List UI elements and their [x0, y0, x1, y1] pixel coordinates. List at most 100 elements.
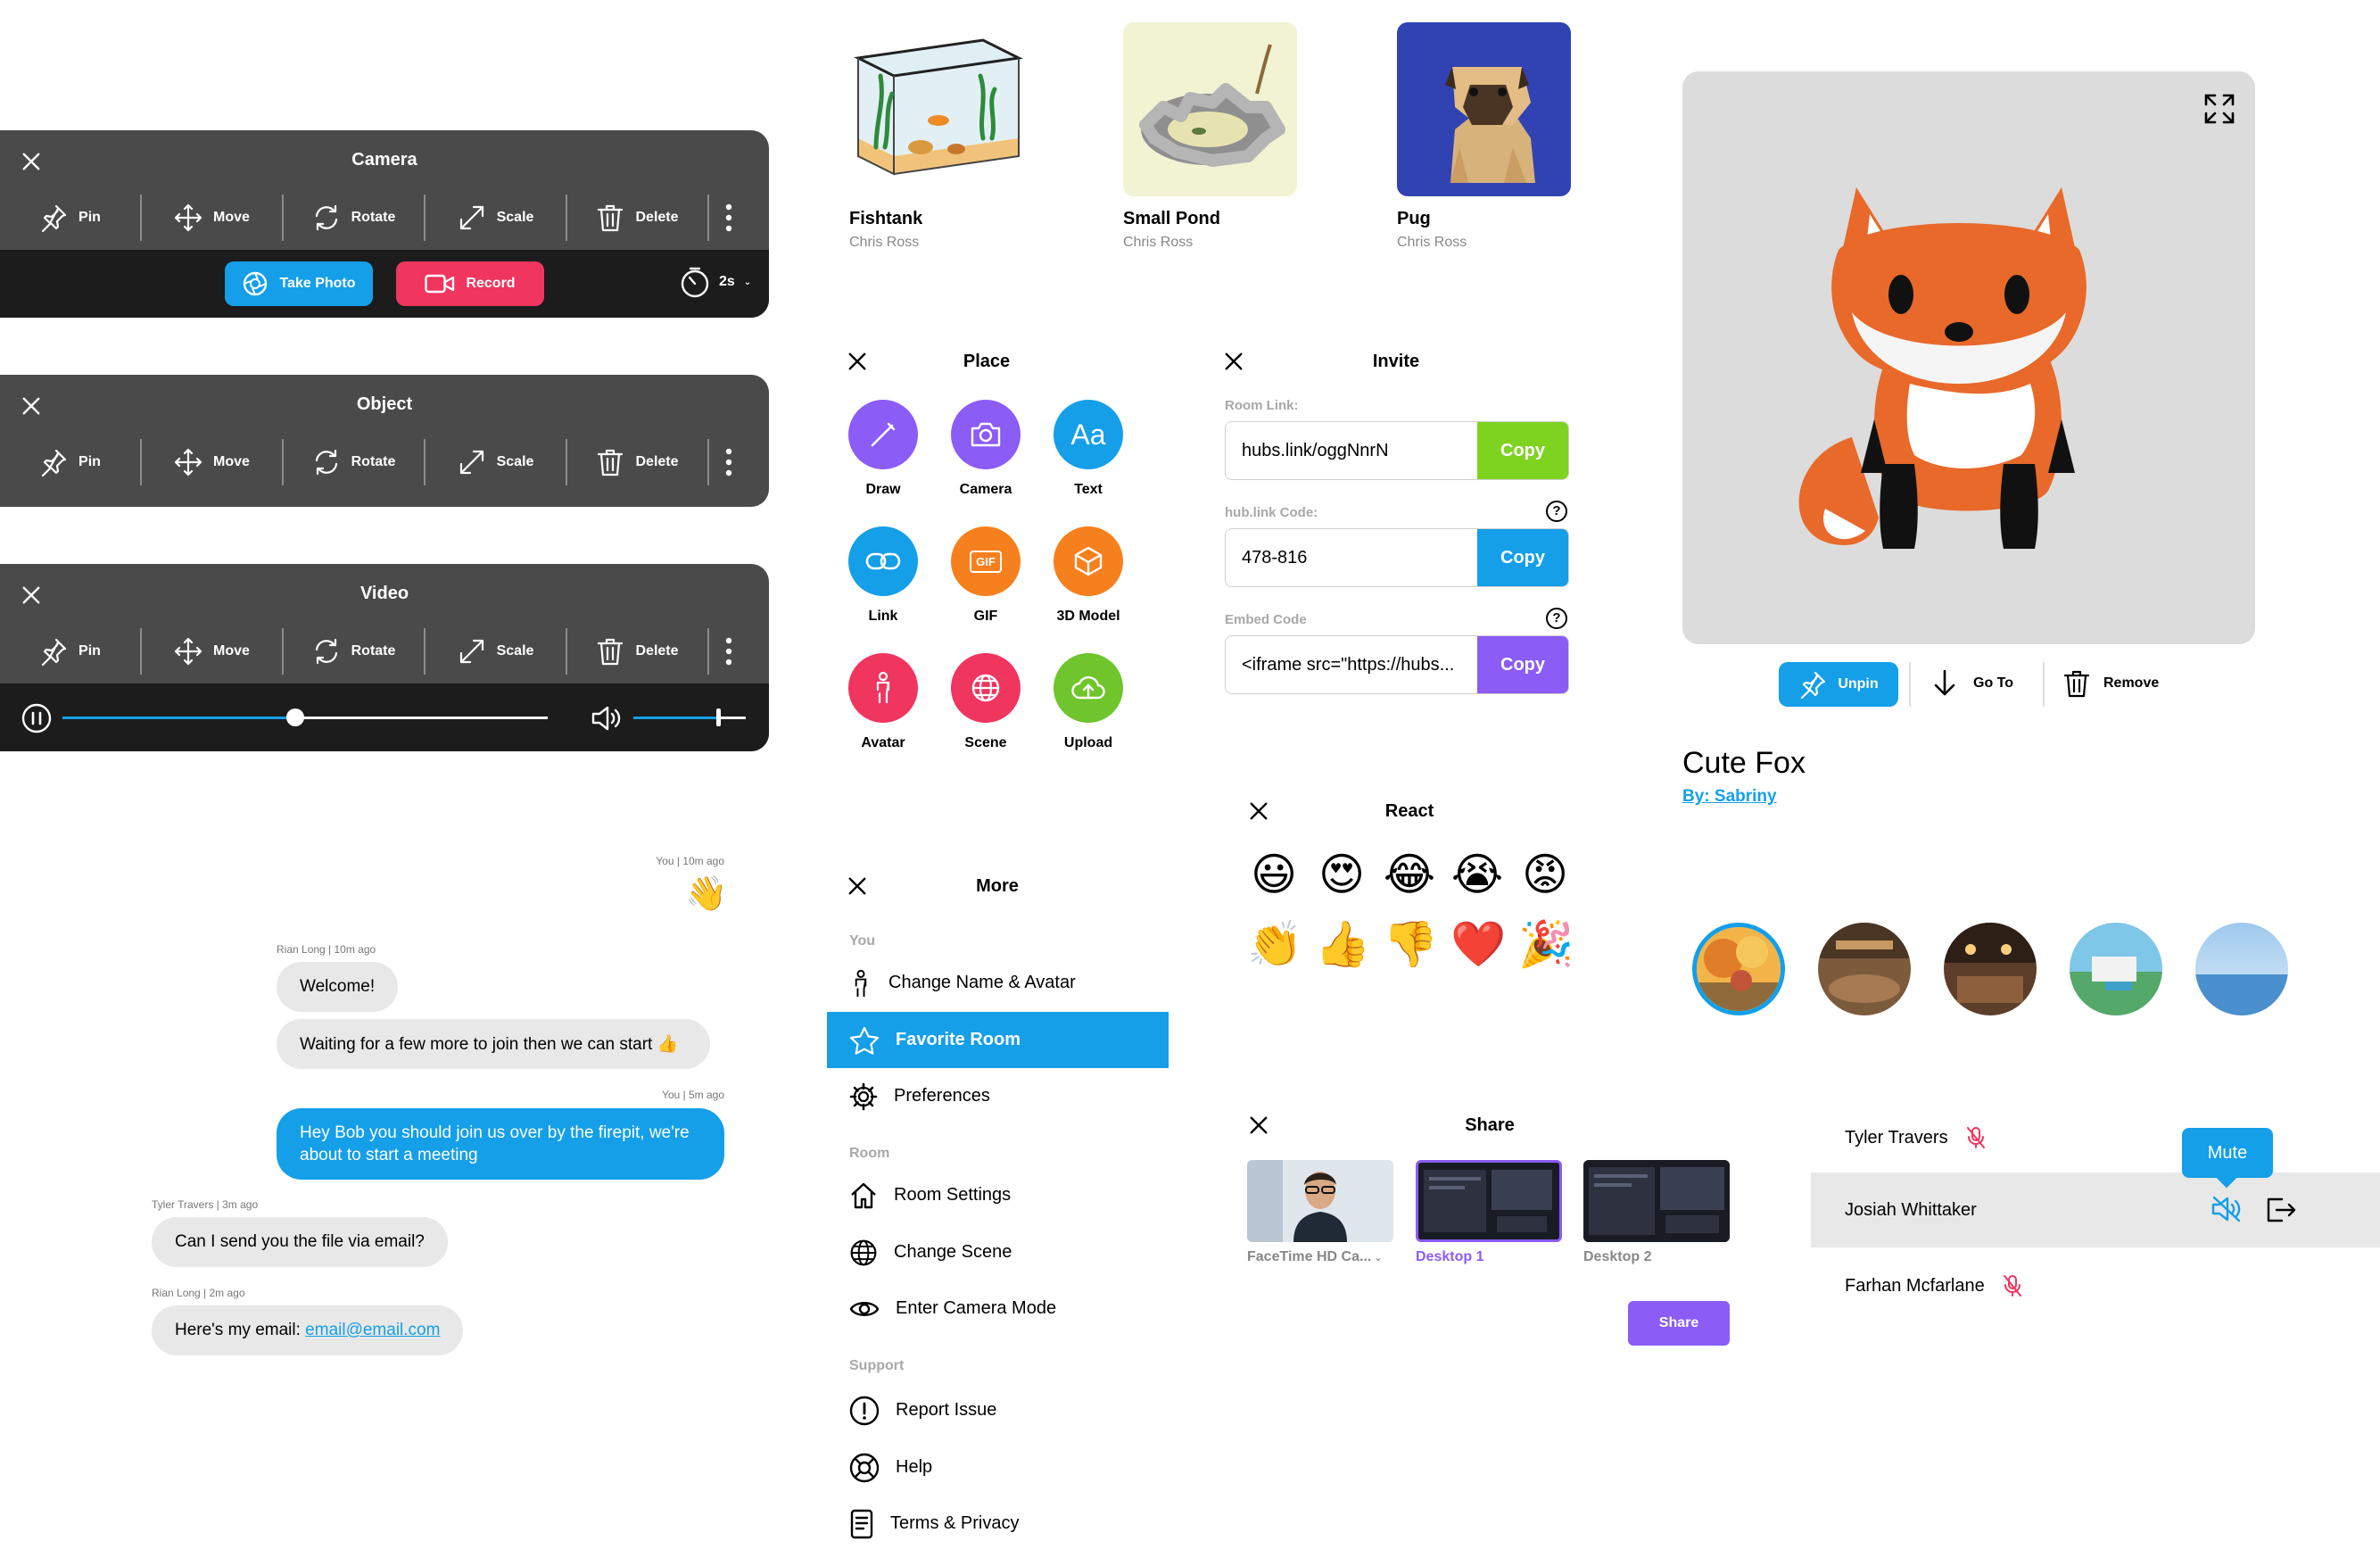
emoji-thumbs-down[interactable]: 👎	[1383, 917, 1438, 971]
emoji-heart-eyes[interactable]: 😍	[1315, 848, 1368, 901]
menu-help[interactable]: Help	[827, 1439, 1169, 1496]
place-icon-bg: GIF	[951, 526, 1021, 596]
room-link-field[interactable]: hubs.link/oggNnrN Copy	[1225, 421, 1569, 480]
asset-author: Chris Ross	[1397, 235, 1467, 250]
source-desktop-1[interactable]	[1416, 1160, 1562, 1242]
unpin-button[interactable]: Unpin	[1779, 662, 1898, 707]
rotate-button[interactable]: Rotate	[284, 448, 424, 476]
hub-code-field[interactable]: 478-816 Copy	[1225, 528, 1569, 587]
source-facetime[interactable]	[1247, 1160, 1393, 1242]
place-avatar[interactable]: Avatar	[831, 653, 935, 751]
pause-icon[interactable]	[21, 703, 52, 733]
room-thumbnail[interactable]	[1818, 923, 1911, 1015]
menu-enter-camera-mode[interactable]: Enter Camera Mode	[827, 1280, 1169, 1337]
place-3d-model[interactable]: 3D Model	[1037, 526, 1140, 625]
fullscreen-icon[interactable]	[2203, 93, 2235, 125]
room-link-value[interactable]: hubs.link/oggNnrN	[1226, 422, 1477, 479]
place-draw[interactable]: Draw	[831, 400, 935, 498]
pin-button[interactable]: Pin	[0, 203, 140, 232]
menu-room-settings[interactable]: Room Settings	[827, 1167, 1169, 1223]
timer-select[interactable]: 2s ⌄	[680, 266, 751, 298]
emoji-angry[interactable]: 😡	[1518, 848, 1572, 901]
copy-code-button[interactable]: Copy	[1477, 529, 1568, 586]
volume-mute-icon[interactable]	[2211, 1196, 2243, 1222]
emoji-cry[interactable]: 😭	[1450, 848, 1504, 901]
menu-terms-privacy[interactable]: Terms & Privacy	[827, 1496, 1169, 1552]
share-button[interactable]: Share	[1628, 1301, 1730, 1346]
asset-card-pug[interactable]: Pug Chris Ross	[1397, 22, 1571, 251]
place-link[interactable]: Link	[831, 526, 935, 625]
more-options-button[interactable]	[709, 203, 748, 232]
close-icon[interactable]	[1249, 801, 1269, 821]
copy-embed-button[interactable]: Copy	[1477, 636, 1568, 693]
emoji-laugh[interactable]: 😂	[1383, 848, 1436, 901]
menu-change-scene[interactable]: Change Scene	[827, 1224, 1169, 1280]
gif-icon: GIF	[970, 550, 1002, 573]
delete-button[interactable]: Delete	[567, 203, 707, 232]
rotate-button[interactable]: Rotate	[284, 203, 424, 232]
help-icon[interactable]: ?	[1546, 608, 1567, 629]
menu-change-name-avatar[interactable]: Change Name & Avatar	[827, 955, 1169, 1011]
person-row[interactable]: Tyler Travers	[1845, 1126, 1986, 1149]
place-upload[interactable]: Upload	[1037, 653, 1140, 751]
asset-card-small-pond[interactable]: Small Pond Chris Ross	[1123, 22, 1297, 251]
emoji-heart[interactable]: ❤️	[1450, 917, 1506, 971]
scale-button[interactable]: Scale	[426, 448, 566, 476]
emoji-smile[interactable]: 😃	[1247, 848, 1301, 901]
place-camera[interactable]: Camera	[934, 400, 1037, 498]
emoji-thumbs-up[interactable]: 👍	[1315, 917, 1370, 971]
person-row[interactable]: Farhan Mcfarlane	[1845, 1274, 2022, 1297]
place-text[interactable]: Aa Text	[1037, 400, 1140, 498]
emoji-party[interactable]: 🎉	[1518, 917, 1574, 971]
room-thumbnail[interactable]	[2070, 923, 2162, 1015]
move-button[interactable]: Move	[142, 448, 282, 476]
move-button[interactable]: Move	[142, 637, 282, 666]
volume-knob[interactable]	[715, 708, 721, 726]
object-author-link[interactable]: By: Sabriny	[1682, 787, 1777, 807]
room-thumbnail[interactable]	[1692, 923, 1785, 1015]
kick-icon[interactable]	[2264, 1196, 2296, 1224]
asset-card-fishtank[interactable]: Fishtank Chris Ross	[849, 22, 1023, 251]
place-gif[interactable]: GIF GIF	[934, 526, 1037, 625]
close-icon[interactable]	[1249, 1115, 1269, 1135]
document-icon	[850, 1509, 873, 1538]
pin-button[interactable]: Pin	[0, 637, 140, 666]
room-thumbnail[interactable]	[2195, 923, 2288, 1015]
place-scene[interactable]: Scene	[934, 653, 1037, 751]
scale-button[interactable]: Scale	[426, 637, 566, 666]
close-icon[interactable]	[847, 352, 867, 371]
video-scrubber[interactable]	[62, 708, 548, 726]
delete-button[interactable]: Delete	[567, 448, 707, 476]
source-desktop-2[interactable]	[1583, 1160, 1730, 1242]
volume-slider[interactable]	[633, 708, 746, 726]
embed-code-field[interactable]: <iframe src="https://hubs... Copy	[1225, 635, 1569, 694]
room-thumbnail[interactable]	[1944, 923, 2037, 1015]
pin-button[interactable]: Pin	[0, 448, 140, 476]
email-link[interactable]: email@email.com	[305, 1321, 440, 1340]
move-button[interactable]: Move	[142, 203, 282, 232]
copy-link-button[interactable]: Copy	[1477, 422, 1568, 479]
take-photo-button[interactable]: Take Photo	[225, 261, 373, 306]
avatar-icon	[855, 969, 867, 997]
divider	[2043, 662, 2045, 707]
more-options-button[interactable]	[709, 637, 748, 666]
scale-button[interactable]: Scale	[426, 203, 566, 232]
rotate-button[interactable]: Rotate	[284, 637, 424, 666]
scrubber-knob[interactable]	[286, 708, 305, 726]
remove-button[interactable]: Remove	[2062, 669, 2159, 698]
emoji-clap[interactable]: 👏	[1247, 917, 1302, 971]
volume-icon[interactable]	[591, 705, 623, 732]
delete-button[interactable]: Delete	[567, 637, 707, 666]
source-label[interactable]: FaceTime HD Ca... ⌄	[1247, 1249, 1383, 1265]
embed-code-value[interactable]: <iframe src="https://hubs...	[1226, 636, 1477, 693]
help-icon[interactable]: ?	[1546, 501, 1567, 522]
menu-preferences[interactable]: Preferences	[827, 1068, 1169, 1124]
goto-button[interactable]: Go To	[1932, 669, 2013, 698]
menu-report-issue[interactable]: Report Issue	[827, 1382, 1169, 1438]
close-icon[interactable]	[847, 876, 867, 896]
menu-favorite-room[interactable]: Favorite Room	[827, 1012, 1169, 1068]
more-options-button[interactable]	[709, 448, 748, 476]
record-button[interactable]: Record	[396, 261, 544, 306]
close-icon[interactable]	[1224, 352, 1244, 371]
hub-code-value[interactable]: 478-816	[1226, 529, 1477, 586]
